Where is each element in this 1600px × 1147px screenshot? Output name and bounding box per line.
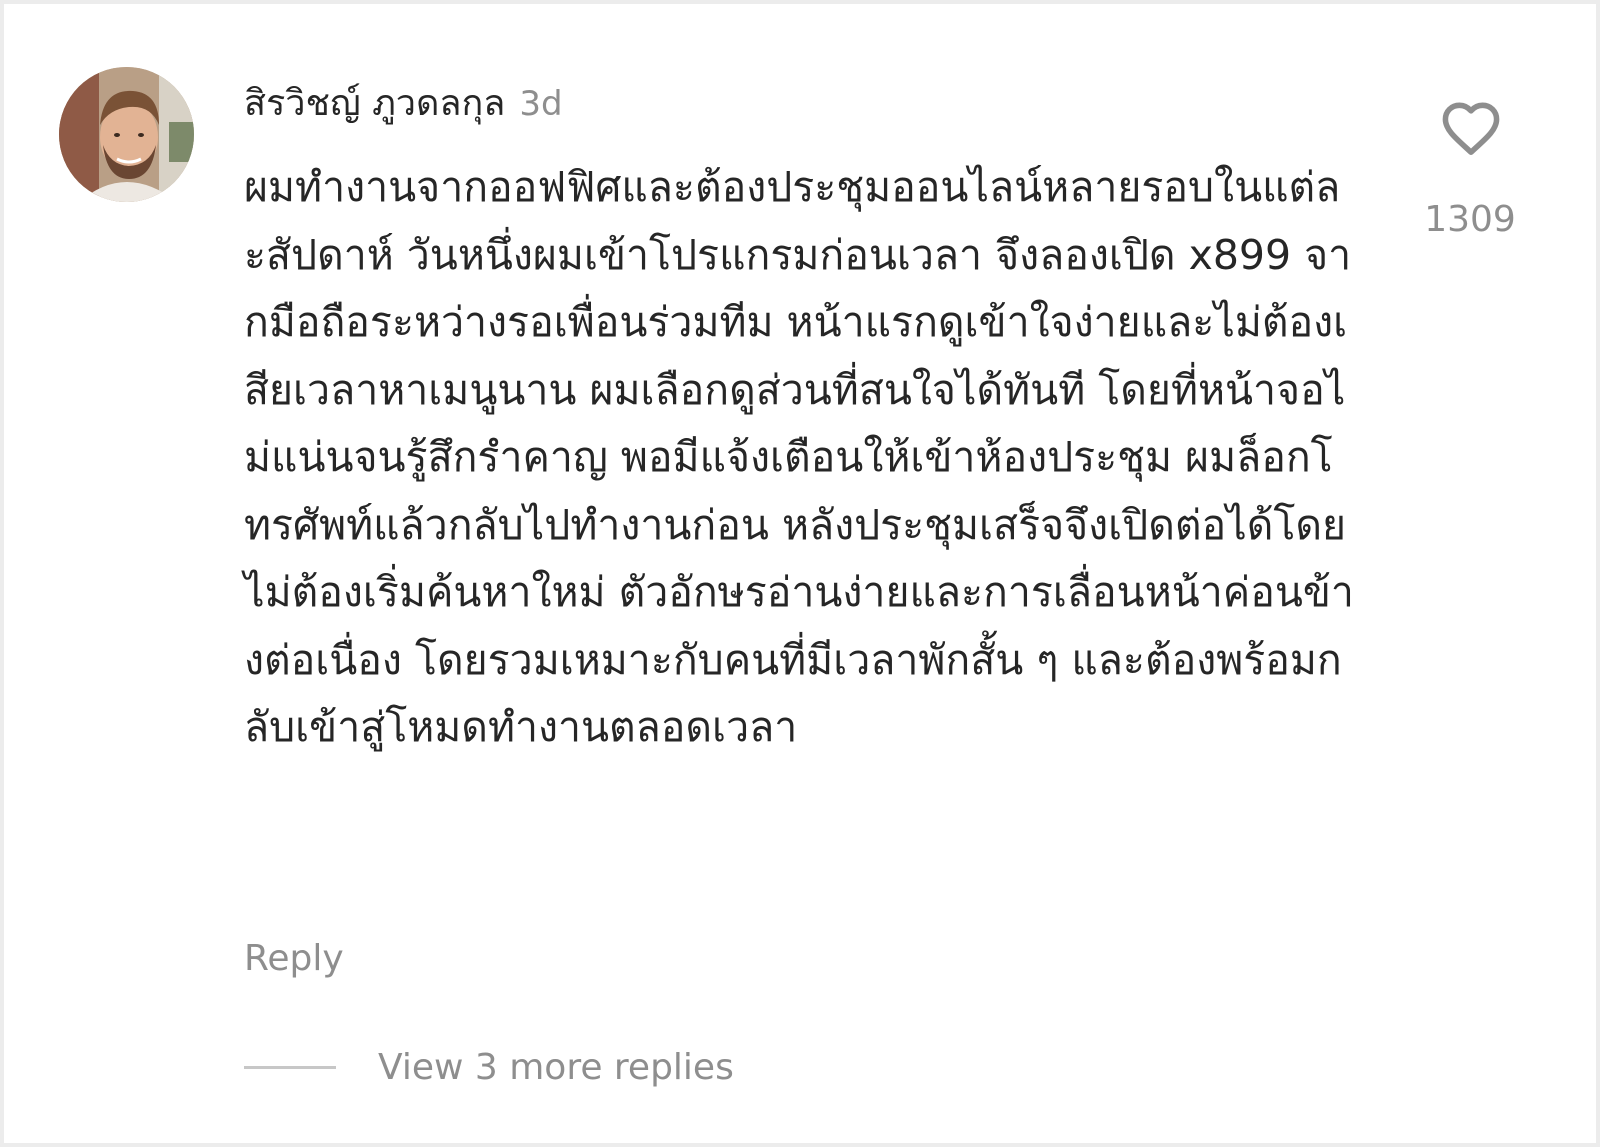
view-more-replies[interactable]: View 3 more replies — [244, 1044, 734, 1090]
comment-header: สิรวิชญ์ ภูวดลกุล 3d — [244, 74, 563, 131]
author-name[interactable]: สิรวิชญ์ ภูวดลกุล — [244, 83, 505, 124]
like-count: 1309 — [1424, 199, 1516, 240]
avatar[interactable] — [59, 67, 194, 202]
heart-outline-icon[interactable] — [1439, 99, 1503, 157]
comment-text: ผมทำงานจากออฟฟิศและต้องประชุมออนไลน์หลาย… — [244, 163, 1354, 751]
reply-button[interactable]: Reply — [244, 938, 344, 979]
view-replies-label: View 3 more replies — [378, 1046, 734, 1088]
replies-divider-line — [244, 1065, 336, 1069]
avatar-image — [59, 67, 194, 202]
comment-time: 3d — [519, 84, 563, 124]
comment-card: สิรวิชญ์ ภูวดลกุล 3d ผมทำงานจากออฟฟิศและต… — [4, 4, 1596, 1143]
